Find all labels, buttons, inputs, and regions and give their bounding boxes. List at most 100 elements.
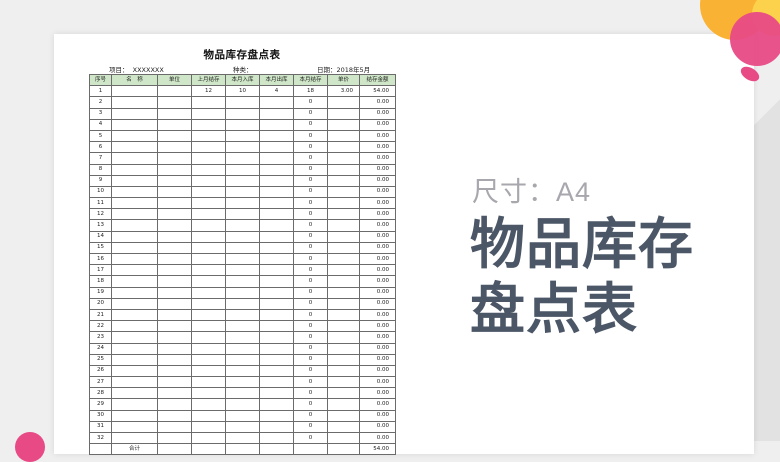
table-cell[interactable]: 0: [293, 308, 328, 322]
table-cell[interactable]: [327, 331, 360, 344]
table-cell[interactable]: 0.00: [359, 353, 396, 366]
table-cell[interactable]: [259, 420, 294, 434]
table-cell[interactable]: [259, 376, 294, 389]
table-cell[interactable]: 0: [293, 185, 328, 199]
table-cell[interactable]: [225, 252, 260, 266]
table-cell[interactable]: 27: [89, 376, 112, 389]
table-cell[interactable]: [327, 353, 360, 366]
table-cell[interactable]: [191, 331, 226, 344]
table-cell[interactable]: [157, 364, 192, 378]
table-cell[interactable]: [191, 409, 226, 422]
table-cell[interactable]: 7: [89, 152, 112, 165]
table-cell[interactable]: [225, 174, 260, 187]
table-cell[interactable]: [327, 163, 360, 176]
table-cell[interactable]: [157, 286, 192, 299]
table-cell[interactable]: [111, 152, 158, 165]
table-cell[interactable]: [157, 107, 192, 120]
table-cell[interactable]: 0.00: [359, 308, 396, 322]
table-cell[interactable]: [191, 241, 226, 255]
table-cell[interactable]: 0: [293, 331, 328, 344]
table-cell[interactable]: [327, 443, 360, 456]
table-cell[interactable]: [225, 443, 260, 456]
table-cell[interactable]: 0: [293, 275, 328, 288]
table-cell[interactable]: 0: [293, 163, 328, 176]
table-cell[interactable]: [225, 219, 260, 232]
table-cell[interactable]: 0: [293, 364, 328, 378]
table-cell[interactable]: [191, 252, 226, 266]
table-cell[interactable]: 6: [89, 141, 112, 154]
table-cell[interactable]: 0: [293, 409, 328, 422]
table-cell[interactable]: [191, 129, 226, 143]
table-cell[interactable]: [327, 208, 360, 221]
table-cell[interactable]: 0: [293, 387, 328, 400]
table-cell[interactable]: 16: [89, 252, 112, 266]
table-cell[interactable]: [327, 96, 360, 109]
table-cell[interactable]: 0.00: [359, 174, 396, 187]
table-cell[interactable]: 0: [293, 252, 328, 266]
table-cell[interactable]: 0: [293, 376, 328, 389]
table-cell[interactable]: [259, 96, 294, 109]
table-cell[interactable]: [327, 342, 360, 355]
table-cell[interactable]: [157, 331, 192, 344]
table-cell[interactable]: 0.00: [359, 376, 396, 389]
table-cell[interactable]: 0: [293, 264, 328, 277]
table-cell[interactable]: [327, 420, 360, 434]
table-cell[interactable]: [111, 197, 158, 210]
table-cell[interactable]: 0.00: [359, 219, 396, 232]
table-cell[interactable]: [157, 409, 192, 422]
table-cell[interactable]: [225, 163, 260, 176]
table-cell[interactable]: [191, 420, 226, 434]
table-cell[interactable]: 0: [293, 286, 328, 299]
table-cell[interactable]: [111, 185, 158, 199]
table-cell[interactable]: 3: [89, 107, 112, 120]
table-cell[interactable]: [327, 297, 360, 310]
table-cell[interactable]: 24: [89, 342, 112, 355]
table-cell[interactable]: [225, 264, 260, 277]
table-cell[interactable]: 0: [293, 342, 328, 355]
table-cell[interactable]: [157, 252, 192, 266]
table-cell[interactable]: [157, 264, 192, 277]
table-cell[interactable]: 4: [89, 118, 112, 131]
table-cell[interactable]: [191, 219, 226, 232]
table-cell[interactable]: 0.00: [359, 275, 396, 288]
table-cell[interactable]: [111, 398, 158, 411]
table-cell[interactable]: [191, 398, 226, 411]
table-cell[interactable]: 0.00: [359, 320, 396, 333]
table-cell[interactable]: 9: [89, 174, 112, 187]
table-cell[interactable]: [225, 308, 260, 322]
table-cell[interactable]: [157, 320, 192, 333]
table-cell[interactable]: [327, 174, 360, 187]
table-cell[interactable]: [157, 230, 192, 243]
table-cell[interactable]: [327, 118, 360, 131]
table-cell[interactable]: 0: [293, 241, 328, 255]
table-cell[interactable]: [259, 197, 294, 210]
table-cell[interactable]: [191, 431, 226, 445]
table-cell[interactable]: [259, 353, 294, 366]
table-cell[interactable]: 19: [89, 286, 112, 299]
table-cell[interactable]: 0.00: [359, 107, 396, 120]
table-cell[interactable]: [225, 364, 260, 378]
table-cell[interactable]: 10: [89, 185, 112, 199]
table-cell[interactable]: 13: [89, 219, 112, 232]
table-cell[interactable]: [259, 208, 294, 221]
table-cell[interactable]: [111, 308, 158, 322]
table-cell[interactable]: [191, 387, 226, 400]
table-cell[interactable]: [111, 431, 158, 445]
table-cell[interactable]: [225, 208, 260, 221]
table-cell[interactable]: [111, 275, 158, 288]
table-cell[interactable]: [225, 297, 260, 310]
table-cell[interactable]: [157, 297, 192, 310]
table-cell[interactable]: [191, 297, 226, 310]
table-cell[interactable]: 0.00: [359, 96, 396, 109]
table-cell[interactable]: [293, 443, 328, 456]
table-cell[interactable]: [89, 443, 112, 456]
table-cell[interactable]: [191, 353, 226, 366]
table-cell[interactable]: [191, 208, 226, 221]
table-cell[interactable]: [327, 197, 360, 210]
table-cell[interactable]: [327, 264, 360, 277]
table-cell[interactable]: [157, 376, 192, 389]
table-cell[interactable]: [191, 364, 226, 378]
table-cell[interactable]: [157, 275, 192, 288]
table-cell[interactable]: 11: [89, 197, 112, 210]
table-cell[interactable]: [191, 376, 226, 389]
